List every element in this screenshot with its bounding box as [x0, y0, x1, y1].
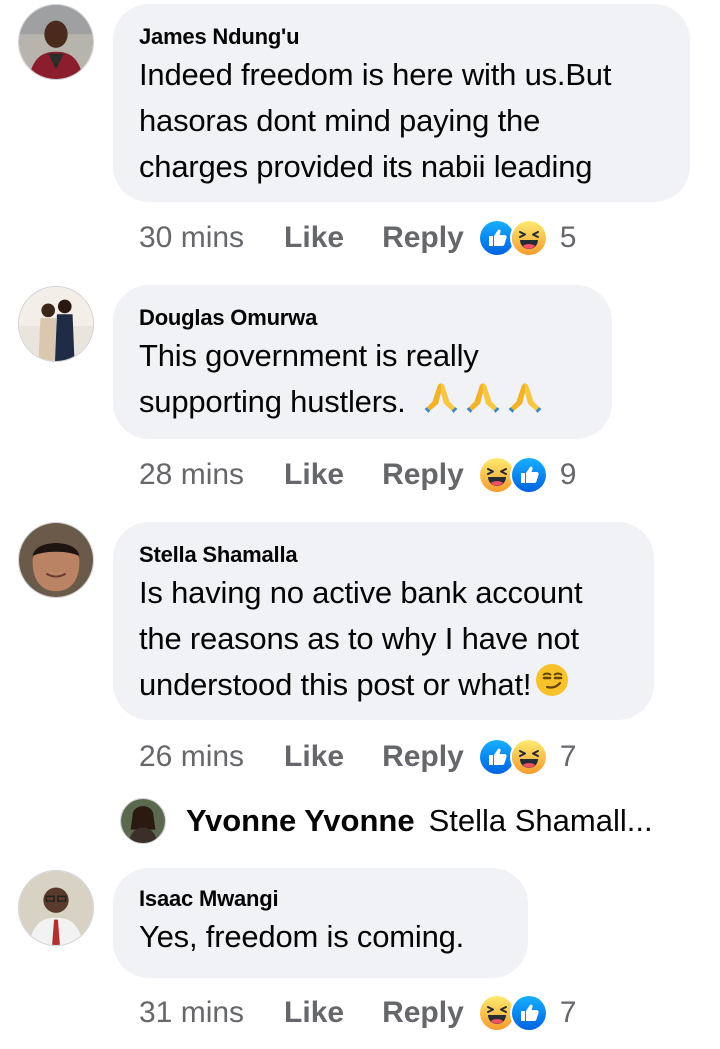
smirking-face-emoji — [535, 663, 569, 710]
comment-text: Is having no active bank account the rea… — [139, 570, 628, 710]
comment-bubble: Douglas Omurwa This government is really… — [113, 285, 612, 439]
reaction-summary[interactable]: 7 — [477, 994, 577, 1032]
comment-text: This government is really supporting hus… — [139, 333, 586, 427]
avatar[interactable] — [18, 286, 94, 362]
avatar[interactable] — [18, 4, 94, 80]
comment-author[interactable]: Douglas Omurwa — [139, 305, 586, 331]
comment-text-line: Is having no active bank account — [139, 575, 583, 610]
comment-meta: 26 mins Like Reply 7 — [139, 737, 576, 777]
comment-text-line: Indeed freedom is here with us.But — [139, 57, 612, 92]
comment-meta: 31 mins Like Reply 7 — [139, 993, 576, 1033]
comment-time[interactable]: 28 mins — [139, 458, 244, 492]
like-reaction-icon — [509, 994, 548, 1032]
comment-text-line: understood this post or what! — [139, 662, 628, 710]
comment-time[interactable]: 31 mins — [139, 996, 244, 1030]
reaction-summary[interactable]: 7 — [477, 738, 577, 776]
avatar[interactable] — [120, 798, 166, 844]
comment-text-span: supporting hustlers. — [139, 384, 406, 419]
reply-button[interactable]: Reply — [382, 740, 464, 774]
reaction-count: 9 — [559, 458, 577, 491]
like-button[interactable]: Like — [284, 996, 344, 1030]
comment-text: Yes, freedom is coming. — [139, 914, 502, 960]
comment-author[interactable]: James Ndung'u — [139, 24, 664, 50]
comment-text-line: supporting hustlers. — [139, 379, 586, 427]
reply-author[interactable]: Yvonne Yvonne — [186, 803, 415, 839]
like-button[interactable]: Like — [284, 740, 344, 774]
reaction-count: 5 — [559, 221, 577, 254]
comment-bubble: James Ndung'u Indeed freedom is here wit… — [113, 4, 690, 202]
comment-author[interactable]: Isaac Mwangi — [139, 886, 502, 912]
avatar[interactable] — [18, 870, 94, 946]
haha-reaction-icon — [509, 738, 548, 776]
like-reaction-icon — [509, 456, 548, 494]
comment-time[interactable]: 30 mins — [139, 221, 244, 255]
reply-button[interactable]: Reply — [382, 221, 464, 255]
comment-time[interactable]: 26 mins — [139, 740, 244, 774]
reply-button[interactable]: Reply — [382, 458, 464, 492]
comment-text: Indeed freedom is here with us.But hasor… — [139, 52, 664, 190]
comment-bubble: Stella Shamalla Is having no active bank… — [113, 522, 654, 720]
comment-bubble: Isaac Mwangi Yes, freedom is coming. — [113, 868, 528, 978]
like-button[interactable]: Like — [284, 458, 344, 492]
reply-button[interactable]: Reply — [382, 996, 464, 1030]
haha-reaction-icon — [509, 219, 548, 257]
reply-snippet: Stella Shamall... — [428, 803, 653, 838]
nested-reply-preview[interactable]: Yvonne Yvonne Stella Shamall... — [120, 796, 653, 846]
comment-text-line: Yes, freedom is coming. — [139, 919, 465, 954]
folded-hands-emoji — [466, 380, 500, 427]
comment-text-span: understood this post or what! — [139, 667, 532, 702]
like-button[interactable]: Like — [284, 221, 344, 255]
reaction-count: 7 — [559, 996, 577, 1029]
reaction-count: 7 — [559, 740, 577, 773]
comment-meta: 28 mins Like Reply 9 — [139, 455, 576, 495]
comment-text-line: the reasons as to why I have not — [139, 621, 579, 656]
comment-text-line: charges provided its nabii leading — [139, 149, 593, 184]
reaction-summary[interactable]: 9 — [477, 456, 577, 494]
comment-text-line: This government is really — [139, 338, 479, 373]
comment-author[interactable]: Stella Shamalla — [139, 542, 628, 568]
comment-text-line: hasoras dont mind paying the — [139, 103, 541, 138]
reaction-summary[interactable]: 5 — [477, 219, 577, 257]
folded-hands-emoji — [508, 380, 542, 427]
folded-hands-emoji — [424, 380, 458, 427]
avatar[interactable] — [18, 522, 94, 598]
comment-meta: 30 mins Like Reply 5 — [139, 218, 576, 258]
